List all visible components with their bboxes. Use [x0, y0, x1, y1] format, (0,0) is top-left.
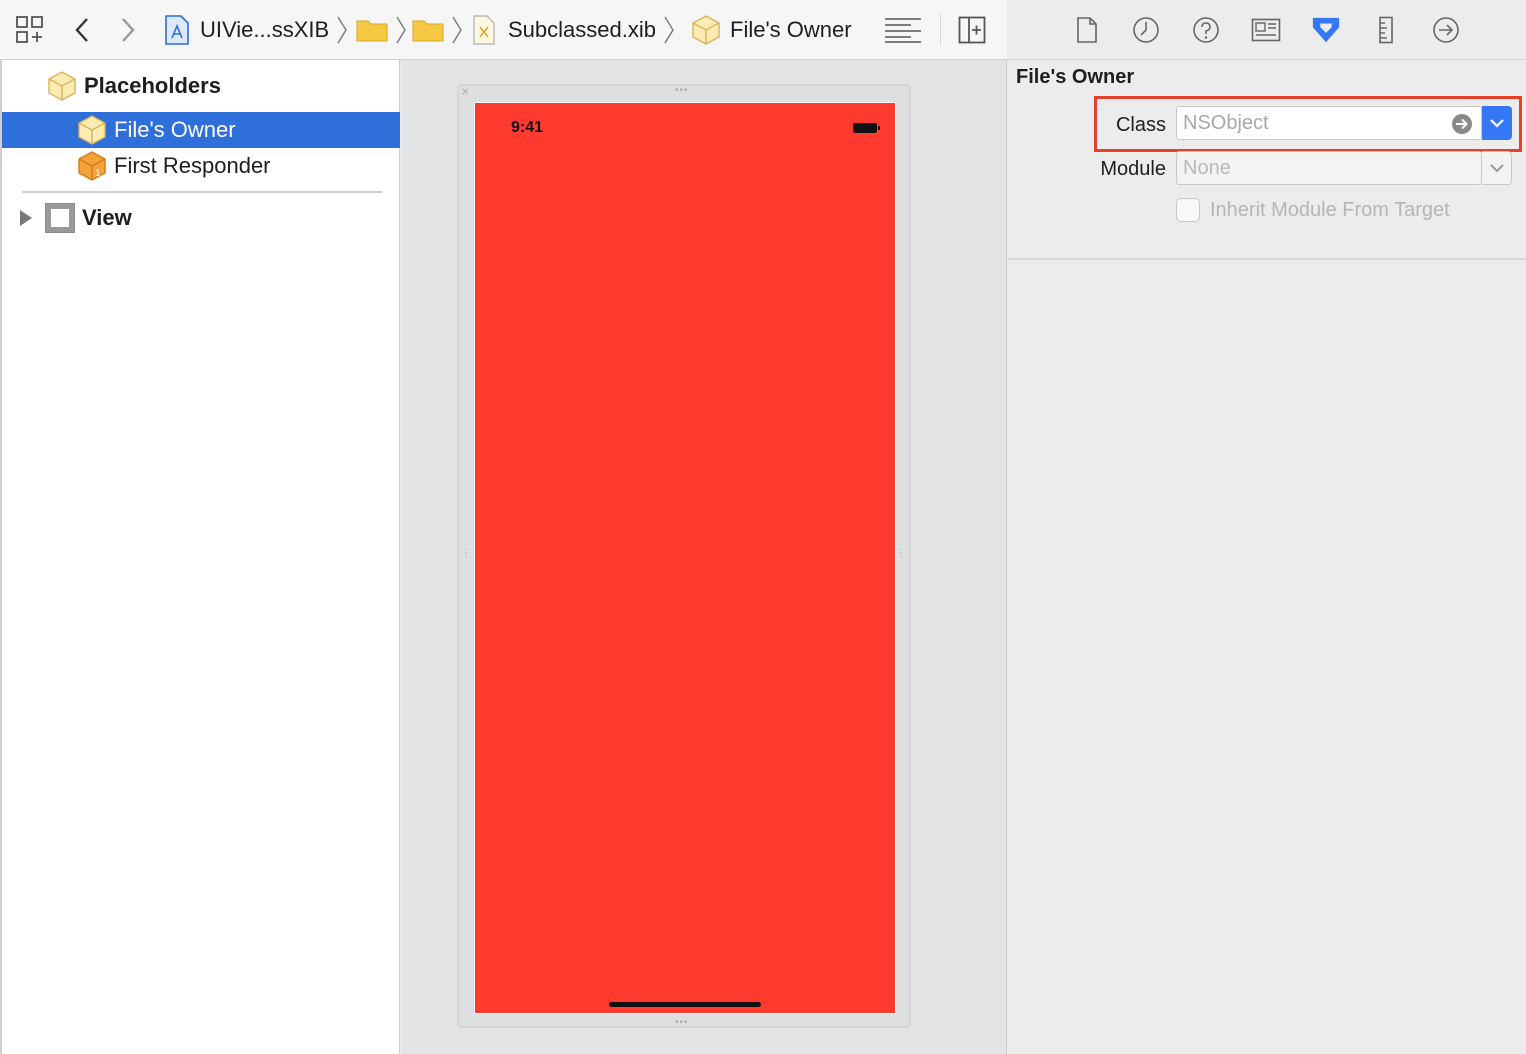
outline-placeholders-header[interactable]: Placeholders [2, 68, 400, 104]
breadcrumb-folder-2[interactable] [412, 0, 464, 60]
outline-item-label: File's Owner [114, 117, 236, 142]
identity-inspector-icon [1312, 17, 1340, 43]
module-field[interactable]: None [1176, 151, 1482, 185]
document-outline: Placeholders File's Owner 1 First Respon… [0, 60, 400, 1054]
go-to-class-icon[interactable] [1451, 113, 1473, 135]
cube-icon [692, 15, 720, 45]
lines-icon [885, 18, 921, 43]
inherit-module-checkbox[interactable] [1176, 198, 1200, 222]
tab-quick-help[interactable] [1191, 15, 1221, 45]
breadcrumb-xib-file[interactable]: Subclassed.xib [472, 0, 676, 60]
add-editor-button[interactable] [958, 0, 986, 60]
breadcrumb-files-owner[interactable]: File's Owner [690, 0, 852, 60]
class-field[interactable]: NSObject [1176, 106, 1482, 140]
forward-button[interactable] [118, 0, 138, 60]
add-editor-icon [958, 16, 986, 44]
outline-divider [22, 191, 382, 193]
grid-related-icon [16, 16, 43, 43]
resize-handle-left[interactable]: ⋮ [461, 548, 472, 559]
xib-file-icon [473, 15, 495, 45]
class-label: Class [1115, 114, 1166, 136]
related-items-button[interactable] [16, 0, 44, 60]
outline-item-label: View [82, 205, 132, 230]
module-label: Module [1100, 158, 1166, 180]
cube-icon [78, 115, 106, 145]
outline-item-first-responder[interactable]: 1 First Responder [2, 148, 400, 184]
interface-builder-canvas[interactable]: ✕ ••• ••• ⋮ ⋮ 9:41 [401, 60, 1007, 1054]
tab-file-inspector[interactable] [1072, 15, 1102, 45]
tab-identity-inspector[interactable] [1311, 15, 1341, 45]
device-screen[interactable]: 9:41 [474, 102, 896, 1014]
breadcrumb-label: UIVie...ssXIB [200, 17, 330, 42]
tab-history-inspector[interactable] [1131, 15, 1161, 45]
identity-card-icon [1251, 18, 1281, 42]
back-button[interactable] [72, 0, 92, 60]
first-responder-icon: 1 [78, 151, 106, 181]
disclosure-triangle-icon[interactable] [18, 209, 34, 227]
breadcrumb-separator-icon [452, 16, 462, 44]
class-field-placeholder: NSObject [1183, 111, 1269, 134]
module-field-placeholder: None [1183, 156, 1231, 179]
editor-options-button[interactable] [884, 0, 922, 60]
inherit-module-label: Inherit Module From Target [1210, 198, 1450, 221]
outline-item-files-owner[interactable]: File's Owner [2, 112, 400, 148]
chevron-right-icon [122, 18, 135, 42]
resize-handle-top[interactable]: ••• [675, 85, 689, 96]
cube-icon [48, 71, 76, 101]
breadcrumb-separator-icon [396, 16, 406, 44]
folder-icon [412, 20, 444, 42]
tab-size-inspector[interactable] [1371, 15, 1401, 45]
inspector-section-divider [1008, 258, 1526, 260]
connections-icon [1433, 17, 1459, 43]
inspector-section-title: File's Owner [1016, 66, 1135, 88]
device-frame[interactable]: ✕ ••• ••• ⋮ ⋮ 9:41 [457, 84, 911, 1028]
module-dropdown-button[interactable] [1482, 151, 1512, 185]
project-icon [165, 15, 189, 45]
breadcrumb-separator-icon [337, 16, 348, 44]
breadcrumb-label: File's Owner [730, 17, 852, 42]
outline-item-view[interactable]: View [2, 200, 400, 236]
jump-bar: UIVie...ssXIB Subclassed.xib File's Owne… [0, 0, 1007, 60]
chevron-left-icon [75, 18, 88, 42]
inherit-module-row[interactable]: Inherit Module From Target [1176, 198, 1450, 222]
breadcrumb-label: Subclassed.xib [508, 17, 656, 42]
inspector-tab-bar [1008, 0, 1526, 60]
battery-icon [853, 123, 880, 133]
history-icon [1133, 17, 1159, 43]
outline-item-label: First Responder [114, 153, 271, 178]
breadcrumb-separator-icon [664, 16, 674, 44]
resize-handle-bottom[interactable]: ••• [675, 1017, 689, 1028]
class-dropdown-button[interactable] [1482, 106, 1512, 140]
breadcrumb-folder-1[interactable] [356, 0, 408, 60]
outline-placeholders-label: Placeholders [84, 73, 221, 98]
ruler-icon [1379, 16, 1393, 44]
chevron-down-icon [1490, 119, 1504, 128]
chevron-down-icon [1489, 164, 1504, 173]
status-bar-time: 9:41 [511, 119, 544, 136]
breadcrumb-project[interactable]: UIVie...ssXIB [164, 0, 349, 60]
file-icon [1077, 17, 1097, 43]
tab-identity-card[interactable] [1251, 15, 1281, 45]
home-indicator [609, 1002, 761, 1007]
help-icon [1193, 17, 1219, 43]
folder-icon [356, 20, 388, 42]
close-handle-icon[interactable]: ✕ [461, 87, 470, 98]
view-icon [45, 203, 75, 233]
tab-connections-inspector[interactable] [1431, 15, 1461, 45]
toolbar-divider [940, 14, 941, 46]
resize-handle-right[interactable]: ⋮ [896, 548, 907, 559]
svg-text:1: 1 [95, 169, 101, 179]
